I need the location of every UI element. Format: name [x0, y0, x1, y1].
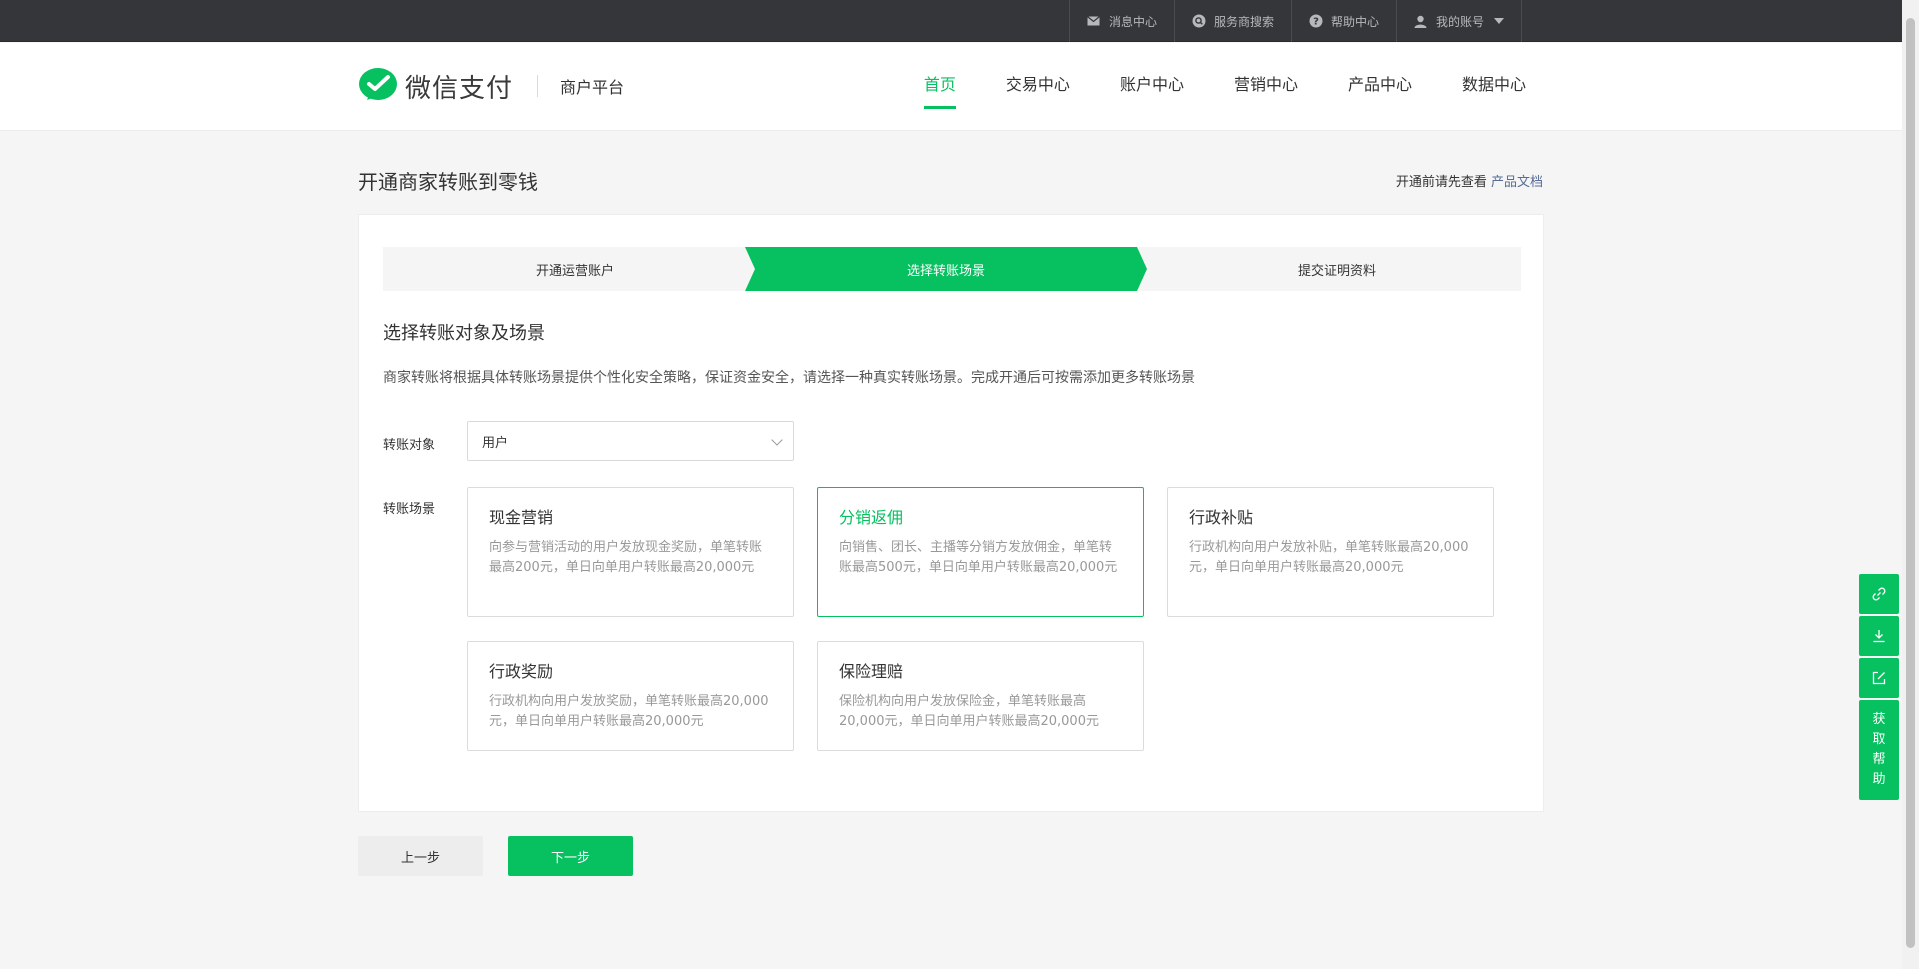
- config-card: 开通运营账户 提交证明资料 选择转账场景 选择转账对象及场景 商家转账将根据具体…: [358, 214, 1544, 812]
- top-bar: 消息中心 服务商搜索 ? 帮助中心 我的账号: [0, 0, 1902, 42]
- scene-option-insurance-claim[interactable]: 保险理赔 保险机构向用户发放保险金，单笔转账最高20,000元，单日向单用户转账…: [817, 641, 1144, 751]
- scene-description: 保险机构向用户发放保险金，单笔转账最高20,000元，单日向单用户转账最高20,…: [839, 694, 1099, 729]
- step-indicator: 开通运营账户 提交证明资料 选择转账场景: [383, 247, 1521, 291]
- help-char: 帮: [1872, 752, 1886, 767]
- wechat-pay-logo-icon: [359, 68, 397, 100]
- brand-name: 微信支付: [405, 73, 514, 104]
- svg-text:?: ?: [1313, 17, 1319, 28]
- step-1: 开通运营账户: [383, 247, 767, 291]
- message-center-link[interactable]: 消息中心: [1068, 0, 1174, 42]
- help-center-label: 帮助中心: [1330, 14, 1379, 29]
- search-circle-icon: [1192, 14, 1206, 28]
- page-scrollbar[interactable]: [1902, 0, 1919, 969]
- logo-divider: [537, 75, 539, 97]
- top-bar-links: 消息中心 服务商搜索 ? 帮助中心 我的账号: [1068, 0, 1522, 42]
- scrollbar-thumb[interactable]: [1906, 18, 1915, 948]
- scene-description: 行政机构向用户发放补贴，单笔转账最高20,000元，单日向单用户转账最高20,0…: [1189, 540, 1469, 575]
- scene-title: 分销返佣: [839, 508, 904, 527]
- scene-option-cash-marketing[interactable]: 现金营销 向参与营销活动的用户发放现金奖励，单笔转账最高200元，单日向单用户转…: [467, 487, 794, 617]
- help-char: 获: [1872, 712, 1886, 727]
- step-3: 提交证明资料: [1129, 247, 1521, 291]
- nav-data-center[interactable]: 数据中心: [1462, 43, 1526, 131]
- scene-option-admin-subsidy[interactable]: 行政补贴 行政机构向用户发放补贴，单笔转账最高20,000元，单日向单用户转账最…: [1167, 487, 1494, 617]
- main-header: 微信支付 商户平台 首页 交易中心 账户中心 营销中心 产品中心 数据中心: [0, 43, 1902, 131]
- help-char: 助: [1872, 772, 1886, 787]
- next-step-button[interactable]: 下一步: [508, 836, 633, 876]
- scene-description: 向销售、团长、主播等分销方发放佣金，单笔转账最高500元，单日向单用户转账最高2…: [839, 540, 1118, 575]
- prev-step-button[interactable]: 上一步: [358, 836, 483, 876]
- scene-description: 向参与营销活动的用户发放现金奖励，单笔转账最高200元，单日向单用户转账最高20…: [489, 540, 763, 575]
- help-icon: ?: [1309, 14, 1323, 28]
- scene-option-distribution-commission[interactable]: 分销返佣 向销售、团长、主播等分销方发放佣金，单笔转账最高500元，单日向单用户…: [817, 487, 1144, 617]
- copy-link-button[interactable]: [1859, 574, 1899, 614]
- mail-icon: [1087, 14, 1101, 28]
- floating-toolbar: 获 取 帮 助: [1859, 574, 1899, 800]
- page-title: 开通商家转账到零钱: [358, 170, 538, 194]
- feedback-button[interactable]: [1859, 658, 1899, 698]
- help-center-link[interactable]: ? 帮助中心: [1290, 0, 1396, 42]
- section-description: 商家转账将根据具体转账场景提供个性化安全策略，保证资金安全，请选择一种真实转账场…: [383, 370, 1195, 386]
- product-doc-link[interactable]: 产品文档: [1491, 175, 1543, 190]
- scene-title: 保险理赔: [839, 662, 904, 681]
- doc-tip-text: 开通前请先查看: [1395, 175, 1487, 190]
- download-button[interactable]: [1859, 616, 1899, 656]
- my-account-menu[interactable]: 我的账号: [1395, 0, 1522, 42]
- chevron-down-icon: [1494, 18, 1504, 24]
- step-1-label: 开通运营账户: [535, 263, 614, 279]
- transfer-scene-label: 转账场景: [383, 502, 436, 517]
- nav-account-center[interactable]: 账户中心: [1120, 43, 1184, 131]
- platform-name: 商户平台: [560, 78, 625, 97]
- scene-option-admin-reward[interactable]: 行政奖励 行政机构向用户发放奖励，单笔转账最高20,000元，单日向单用户转账最…: [467, 641, 794, 751]
- link-icon: [1872, 587, 1886, 601]
- my-account-label: 我的账号: [1435, 14, 1484, 29]
- brand-logo[interactable]: 微信支付 商户平台: [358, 67, 624, 105]
- edit-icon: [1872, 671, 1886, 685]
- user-icon: [1414, 14, 1428, 28]
- nav-product-center[interactable]: 产品中心: [1348, 43, 1412, 131]
- message-center-label: 消息中心: [1108, 14, 1157, 29]
- help-char: 取: [1872, 732, 1886, 747]
- step-2-active: 选择转账场景: [745, 247, 1147, 291]
- chevron-down-icon: [771, 434, 783, 446]
- transfer-target-value: 用户: [482, 435, 509, 451]
- doc-tip: 开通前请先查看 产品文档: [1396, 171, 1543, 190]
- scene-title: 行政补贴: [1189, 508, 1254, 527]
- get-help-button[interactable]: 获 取 帮 助: [1859, 700, 1899, 800]
- step-3-label: 提交证明资料: [1297, 263, 1376, 279]
- nav-home[interactable]: 首页: [923, 43, 956, 131]
- nav-marketing-center[interactable]: 营销中心: [1234, 43, 1298, 131]
- section-title: 选择转账对象及场景: [383, 323, 545, 344]
- download-icon: [1873, 630, 1885, 643]
- scene-title: 行政奖励: [489, 662, 554, 681]
- step-2-label: 选择转账场景: [906, 263, 985, 279]
- transfer-target-label: 转账对象: [383, 438, 436, 453]
- main-nav: 首页 交易中心 账户中心 营销中心 产品中心 数据中心: [874, 43, 1526, 131]
- scene-title: 现金营销: [489, 508, 554, 527]
- provider-search-label: 服务商搜索: [1213, 14, 1274, 29]
- provider-search-link[interactable]: 服务商搜索: [1173, 0, 1291, 42]
- scene-description: 行政机构向用户发放奖励，单笔转账最高20,000元，单日向单用户转账最高20,0…: [489, 694, 769, 729]
- nav-trade-center[interactable]: 交易中心: [1006, 43, 1070, 131]
- transfer-target-select[interactable]: 用户: [467, 421, 794, 461]
